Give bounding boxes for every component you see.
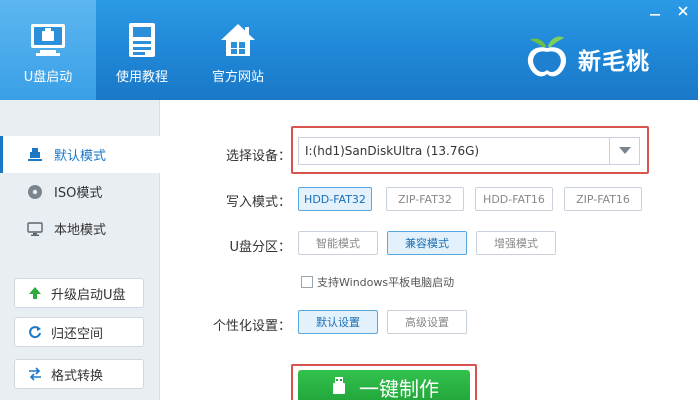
mode-default-label: 默认模式 [54,149,107,164]
app-header: U盘启动 使用教程 官方网站 新毛桃 [0,0,698,100]
partition-smart[interactable]: 智能模式 [298,231,378,255]
write-mode-zip-fat16[interactable]: ZIP-FAT16 [564,187,642,211]
restore-space-label: 归还空间 [51,326,104,342]
nav-usb-boot-label: U盘启动 [23,70,73,85]
one-click-make-label: 一键制作 [359,376,439,400]
chevron-down-icon[interactable] [609,138,639,164]
write-mode-hdd-fat32[interactable]: HDD-FAT32 [298,187,372,211]
restore-space-button[interactable]: 归还空间 [14,317,144,347]
mode-default[interactable]: 默认模式 [0,136,161,173]
home-icon [218,20,258,60]
nav-usb-boot[interactable]: U盘启动 [0,0,96,100]
device-select[interactable]: I:(hd1)SanDiskUltra (13.76G) [298,137,640,165]
partition-compatible[interactable]: 兼容模式 [387,231,467,255]
window-controls [648,4,690,18]
nav-official-site[interactable]: 官方网站 [190,0,286,100]
partition-enhanced[interactable]: 增强模式 [476,231,556,255]
nav-official-site-label: 官方网站 [211,70,264,85]
disc-icon [26,183,44,201]
convert-icon [27,366,43,382]
tablet-support-checkbox[interactable]: 支持Windows平板电脑启动 [301,274,454,290]
format-convert-button[interactable]: 格式转换 [14,359,144,389]
sidebar: 默认模式 ISO模式 本地模式 升级启动U盘 归还空间 格式转换 [0,100,161,400]
minimize-icon[interactable] [648,4,662,18]
device-select-value: I:(hd1)SanDiskUltra (13.76G) [305,144,480,158]
upgrade-boot-usb-button[interactable]: 升级启动U盘 [14,278,144,308]
mode-local-label: 本地模式 [54,223,107,238]
write-mode-zip-fat32[interactable]: ZIP-FAT32 [386,187,464,211]
arrow-up-icon [27,285,43,301]
upgrade-boot-usb-label: 升级启动U盘 [51,287,126,303]
restore-icon [27,324,43,340]
brand-logo: 新毛桃 [522,32,650,86]
device-label: 选择设备： [225,149,291,164]
document-icon [122,20,162,60]
usb-plug-icon [329,377,349,397]
mode-local[interactable]: 本地模式 [0,210,160,247]
format-convert-label: 格式转换 [51,368,104,384]
personalize-label: 个性化设置： [212,319,291,334]
monitor-icon [26,220,44,238]
partition-label: U盘分区： [229,240,291,255]
main-panel: 选择设备： I:(hd1)SanDiskUltra (13.76G) 写入模式：… [161,100,698,400]
mode-list: 默认模式 ISO模式 本地模式 [0,136,161,247]
brand-name: 新毛桃 [578,49,650,75]
nav-tutorial[interactable]: 使用教程 [94,0,190,100]
write-mode-hdd-fat16[interactable]: HDD-FAT16 [475,187,553,211]
usb-monitor-icon [28,20,68,60]
checkbox-box[interactable] [301,276,313,288]
write-mode-label: 写入模式： [225,195,291,210]
mode-iso[interactable]: ISO模式 [0,173,160,210]
one-click-make-button[interactable]: 一键制作 [298,370,470,400]
nav-tutorial-label: 使用教程 [115,70,168,85]
close-icon[interactable] [676,4,690,18]
personalize-advanced[interactable]: 高级设置 [387,310,467,334]
tablet-support-label: 支持Windows平板电脑启动 [317,276,455,289]
personalize-default[interactable]: 默认设置 [298,310,378,334]
peach-logo-icon [522,32,572,86]
usb-drive-icon [26,146,44,164]
mode-iso-label: ISO模式 [54,186,103,201]
